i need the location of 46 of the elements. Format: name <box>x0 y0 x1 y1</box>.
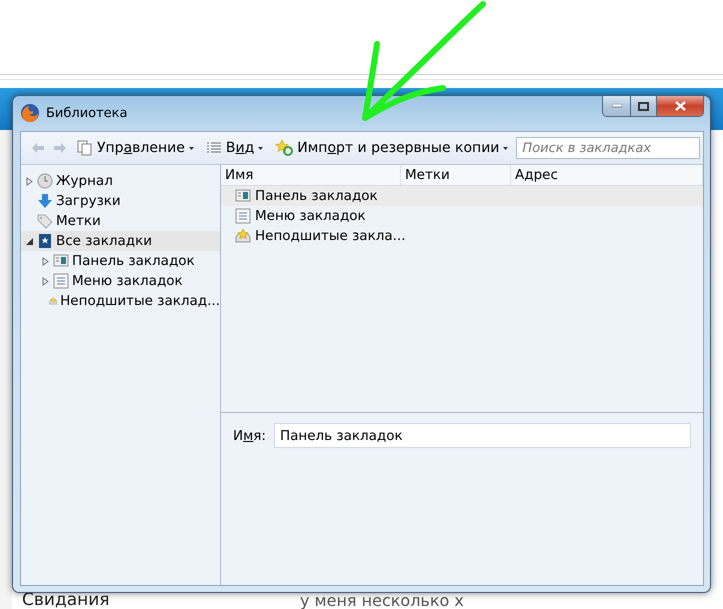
column-header[interactable]: Метки <box>401 165 511 185</box>
pages-icon <box>77 140 93 156</box>
back-arrow-icon <box>31 142 45 154</box>
star-tray-icon <box>235 228 251 244</box>
caret-icon <box>258 146 264 150</box>
close-button[interactable] <box>656 96 703 116</box>
bookmark-row[interactable]: Меню закладок <box>221 206 703 226</box>
sidebar-item[interactable]: Загрузки <box>21 191 220 211</box>
sidebar-item[interactable]: Неподшитые заклад... <box>21 291 220 311</box>
bookmark-row[interactable]: Панель закладок <box>221 186 703 206</box>
bookmarks-toolbar-icon <box>235 188 251 204</box>
close-icon <box>674 101 686 111</box>
sidebar-item[interactable]: Меню закладок <box>21 271 220 291</box>
bookmark-book-icon <box>37 233 53 249</box>
toolbar-menu-button[interactable]: Вид <box>202 140 268 156</box>
sidebar-item[interactable]: Панель закладок <box>21 251 220 271</box>
caret-icon <box>503 146 508 150</box>
post-snippet: у меня несколько х <box>300 592 464 609</box>
column-header[interactable]: Адрес <box>511 165 703 185</box>
minimize-icon <box>612 104 622 108</box>
list-icon <box>235 208 251 224</box>
column-header[interactable]: Имя <box>221 165 401 185</box>
star-refresh-icon <box>275 140 294 156</box>
maximize-button[interactable] <box>630 96 656 116</box>
search-field[interactable]: Поиск в закладках <box>516 137 700 159</box>
toolbar-menu-button[interactable]: Управление <box>73 140 198 156</box>
forward-arrow-icon <box>53 142 67 154</box>
clock-icon <box>37 173 53 189</box>
down-arrow-icon <box>37 193 53 209</box>
sidebar-item[interactable]: Журнал <box>21 171 220 191</box>
bookmarks-toolbar-icon <box>53 253 69 269</box>
toolbar-menu-button[interactable]: Импорт и резервные копии <box>271 140 512 156</box>
maximize-icon <box>638 102 649 110</box>
bookmark-row[interactable]: Неподшитые закла... <box>221 226 703 246</box>
page-heading: Свидания <box>22 591 110 609</box>
twisty-icon[interactable] <box>25 236 34 246</box>
window-title: Библиотека <box>46 106 128 121</box>
caret-icon <box>188 146 194 150</box>
sidebar-item[interactable]: Метки <box>21 211 220 231</box>
sidebar-item[interactable]: Все закладки <box>21 231 220 251</box>
tag-icon <box>37 213 53 229</box>
name-label: Имя: <box>233 428 266 444</box>
browser-logo-icon <box>20 103 40 123</box>
list-icon <box>53 273 69 289</box>
list-view-icon <box>206 141 222 155</box>
name-field[interactable]: Панель закладок <box>274 423 691 448</box>
